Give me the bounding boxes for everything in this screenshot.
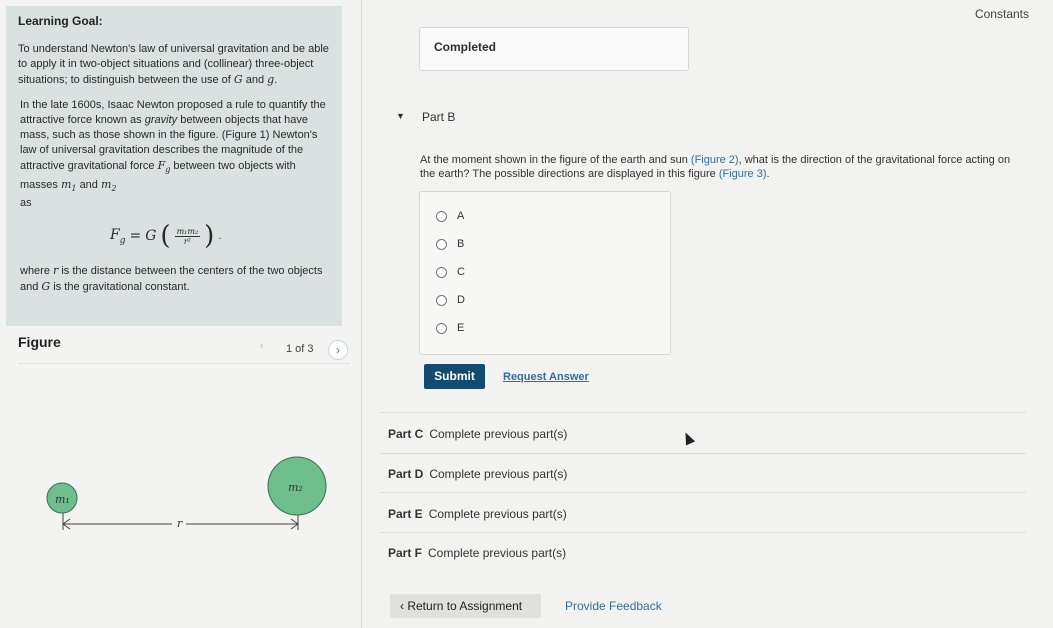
return-to-assignment-button[interactable]: ‹ Return to Assignment <box>390 594 541 618</box>
learning-goal-title: Learning Goal: <box>18 14 103 28</box>
answer-options: A B C D E <box>419 191 671 355</box>
caret-down-icon[interactable]: ▼ <box>396 111 405 121</box>
figure-image: m₁ m₂ r <box>46 456 327 531</box>
figure-header: Figure ‹ 1 of 3 › <box>18 334 350 364</box>
figure-2-link[interactable]: (Figure 2) <box>691 154 739 166</box>
equation-fraction: m₁m₂ r² <box>174 226 201 246</box>
learning-goal-where: where r is the distance between the cent… <box>20 264 323 294</box>
option-b[interactable]: B <box>436 238 464 250</box>
divider <box>380 492 1026 493</box>
figure-3-link[interactable]: (Figure 3) <box>719 168 767 180</box>
learning-goal-intro: To understand Newton's law of universal … <box>18 43 329 86</box>
learning-goal-body: In the late 1600s, Isaac Newton proposed… <box>20 99 326 210</box>
part-e-row[interactable]: Part E Complete previous part(s) <box>388 507 567 521</box>
learning-goal-box: Learning Goal: To understand Newton's la… <box>6 6 342 326</box>
label-m1: m₁ <box>55 493 70 506</box>
figure-title: Figure <box>18 334 61 350</box>
gravitation-equation: Fg = G ( m₁m₂ r² ) . <box>110 221 222 252</box>
radio-icon[interactable] <box>436 210 447 222</box>
part-b-question: At the moment shown in the figure of the… <box>420 154 1011 180</box>
request-answer-link[interactable]: Request Answer <box>503 371 589 383</box>
figure-pager: 1 of 3 <box>286 343 314 355</box>
radio-icon[interactable] <box>436 238 447 250</box>
option-e[interactable]: E <box>436 322 464 334</box>
part-a-completed: Completed <box>419 27 689 71</box>
divider <box>380 453 1026 454</box>
divider <box>380 532 1026 533</box>
label-m2: m₂ <box>288 481 303 494</box>
provide-feedback-link[interactable]: Provide Feedback <box>565 599 662 613</box>
option-c[interactable]: C <box>436 266 465 278</box>
divider <box>380 412 1026 413</box>
left-panel: Learning Goal: To understand Newton's la… <box>0 0 362 628</box>
part-d-row[interactable]: Part D Complete previous part(s) <box>388 467 567 481</box>
radio-icon[interactable] <box>436 266 447 278</box>
option-d[interactable]: D <box>436 294 465 306</box>
radio-icon[interactable] <box>436 294 447 306</box>
part-c-row[interactable]: Part C Complete previous part(s) <box>388 427 567 441</box>
chevron-left-icon[interactable]: ‹ <box>260 340 264 352</box>
mouse-cursor-icon <box>680 430 696 446</box>
chevron-right-icon[interactable]: › <box>328 340 348 360</box>
constants-link[interactable]: Constants <box>975 7 1029 21</box>
radio-icon[interactable] <box>436 322 447 334</box>
part-f-row[interactable]: Part F Complete previous part(s) <box>388 546 566 560</box>
label-r: r <box>177 517 183 530</box>
part-b-title[interactable]: Part B <box>422 110 455 124</box>
option-a[interactable]: A <box>436 210 464 222</box>
submit-button[interactable]: Submit <box>424 364 485 389</box>
